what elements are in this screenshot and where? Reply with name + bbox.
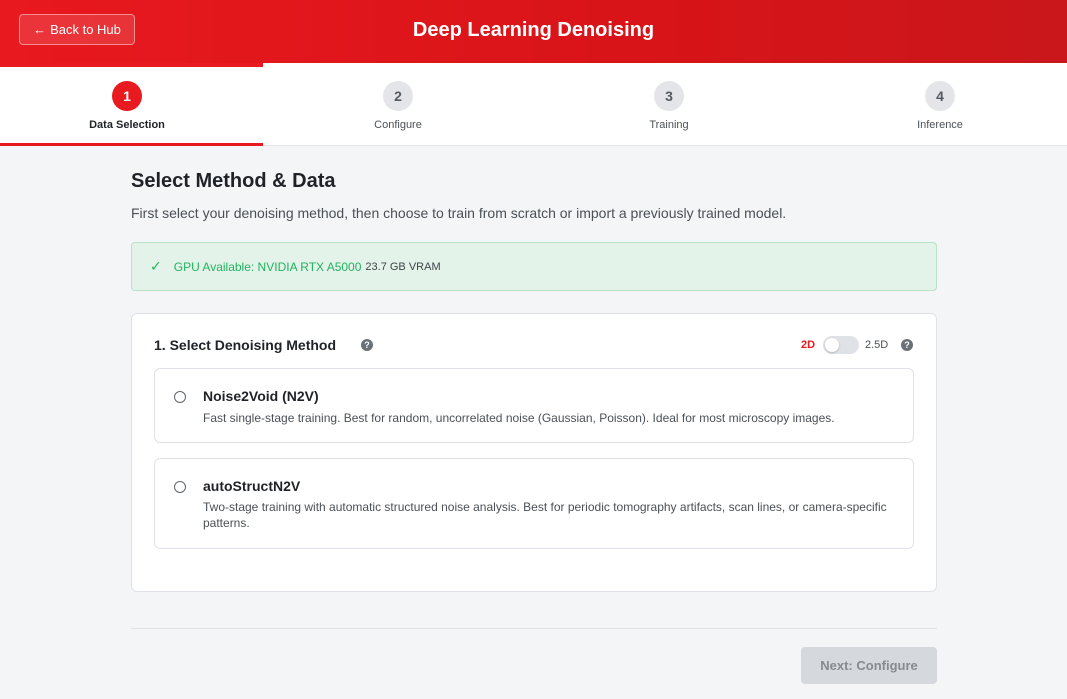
- step-label: Data Selection: [89, 119, 165, 131]
- wizard-stepper: 1 Data Selection 2 Configure 3 Training …: [0, 63, 1067, 146]
- option-description: Fast single-stage training. Best for ran…: [203, 411, 835, 425]
- step-data-selection[interactable]: 1 Data Selection: [0, 63, 254, 146]
- gpu-vram-text: 23.7 GB VRAM: [365, 260, 441, 273]
- step-training[interactable]: 3 Training: [542, 63, 796, 146]
- step-configure[interactable]: 2 Configure: [271, 63, 525, 146]
- section-title: Select Method & Data: [131, 170, 336, 192]
- check-icon: ✓: [150, 258, 162, 274]
- method-option-autostructn2v[interactable]: autoStructN2V Two-stage training with au…: [154, 458, 914, 549]
- gpu-status-text: GPU Available: NVIDIA RTX A5000: [173, 259, 362, 274]
- help-icon[interactable]: ?: [361, 339, 373, 351]
- radio-button[interactable]: [174, 391, 186, 403]
- dimension-toggle[interactable]: [823, 336, 859, 354]
- next-configure-button[interactable]: Next: Configure: [801, 647, 937, 684]
- option-title: Noise2Void (N2V): [203, 388, 319, 404]
- method-card-title: 1. Select Denoising Method: [154, 337, 337, 353]
- section-subtitle: First select your denoising method, then…: [131, 205, 787, 221]
- page-header-title: Deep Learning Denoising: [412, 18, 655, 41]
- footer-divider: [131, 628, 937, 629]
- mode-2d-label: 2D: [801, 339, 816, 351]
- step-number: 4: [925, 81, 955, 111]
- method-selection-card: 1. Select Denoising Method ? 2D 2.5D ? N…: [131, 313, 937, 592]
- step-inference[interactable]: 4 Inference: [813, 63, 1067, 146]
- option-title: autoStructN2V: [203, 478, 301, 494]
- step-label: Training: [649, 119, 689, 131]
- toggle-knob: [825, 338, 839, 352]
- step-number: 3: [654, 81, 684, 111]
- active-step-underline: [0, 143, 263, 146]
- method-option-n2v[interactable]: Noise2Void (N2V) Fast single-stage train…: [154, 368, 914, 443]
- app-header: ← Back to Hub Deep Learning Denoising: [0, 0, 1067, 63]
- radio-button[interactable]: [174, 481, 186, 493]
- gpu-status-banner: ✓ GPU Available: NVIDIA RTX A5000 23.7 G…: [131, 242, 937, 291]
- step-label: Configure: [374, 119, 422, 131]
- step-number: 2: [383, 81, 413, 111]
- help-icon[interactable]: ?: [901, 339, 913, 351]
- step-number: 1: [112, 81, 142, 111]
- option-description: Two-stage training with automatic struct…: [203, 500, 887, 530]
- mode-25d-label: 2.5D: [865, 339, 889, 351]
- step-label: Inference: [917, 119, 963, 131]
